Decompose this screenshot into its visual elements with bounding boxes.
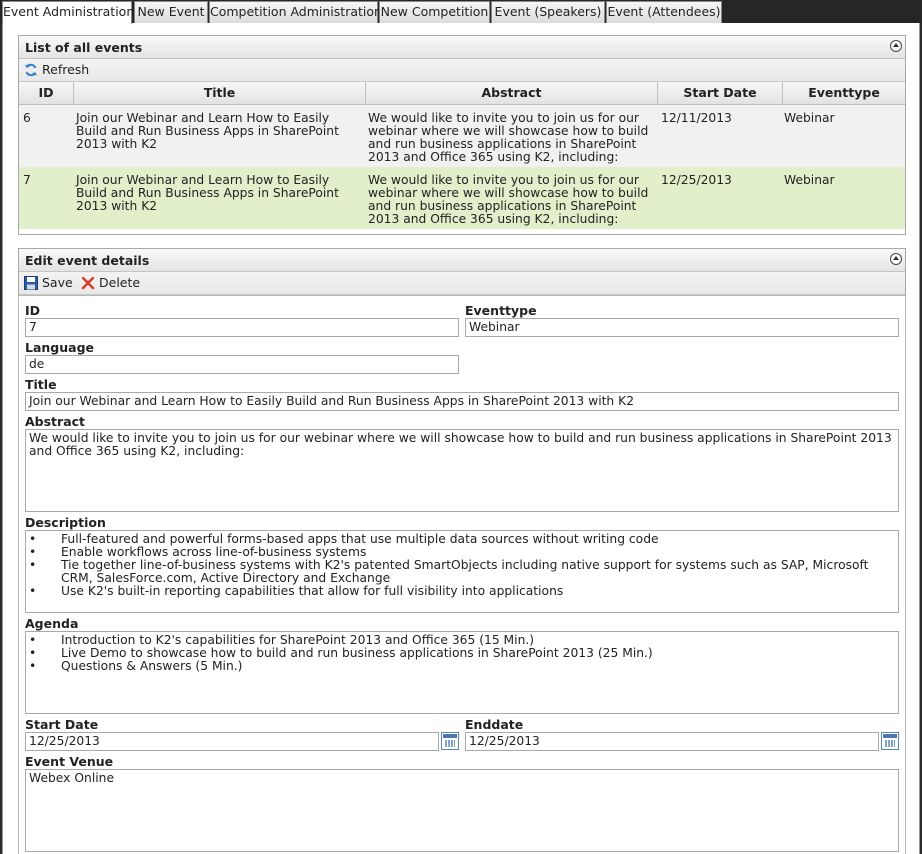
agenda-label: Agenda (25, 616, 79, 631)
table-row[interactable]: 7 Join our Webinar and Learn How to Easi… (19, 167, 905, 229)
language-label: Language (25, 340, 95, 355)
title-label: Title (25, 377, 57, 392)
events-list-title: List of all events (25, 40, 143, 55)
events-grid-header: ID Title Abstract Start Date Eventtype (19, 82, 905, 105)
agenda-textarea[interactable]: Introduction to K2's capabilities for Sh… (25, 631, 899, 714)
cell-start-date: 12/11/2013 (661, 111, 732, 125)
cell-eventtype: Webinar (784, 111, 835, 125)
cell-id: 6 (23, 111, 31, 125)
eventtype-label: Eventtype (465, 303, 537, 318)
edit-event-title: Edit event details (25, 253, 150, 268)
cell-abstract: We would like to invite you to join us f… (368, 173, 649, 226)
table-row[interactable]: 6 Join our Webinar and Learn How to Easi… (19, 105, 905, 167)
column-header-abstract[interactable]: Abstract (366, 82, 658, 104)
events-list-header: List of all events (19, 36, 905, 59)
tab-bar: Event Administration New Event Competiti… (0, 0, 922, 24)
delete-icon (81, 276, 95, 290)
page-content: List of all events Refresh ID Title Abst… (2, 23, 920, 854)
column-header-eventtype[interactable]: Eventtype (783, 82, 905, 104)
start-date-field[interactable]: 12/25/2013 (25, 732, 439, 751)
edit-event-header: Edit event details (19, 249, 905, 272)
start-date-label: Start Date (25, 717, 99, 732)
delete-label: Delete (99, 275, 141, 290)
abstract-label: Abstract (25, 414, 86, 429)
list-item: Tie together line-of-business systems wi… (29, 559, 895, 585)
calendar-icon[interactable] (441, 732, 459, 750)
eventtype-field[interactable]: Webinar (465, 318, 899, 337)
cell-abstract: We would like to invite you to join us f… (368, 111, 649, 164)
events-list-panel: List of all events Refresh ID Title Abst… (18, 35, 906, 235)
id-label: ID (25, 303, 41, 318)
save-button[interactable]: Save (24, 275, 73, 291)
edit-event-toolbar: Save Delete (19, 272, 905, 295)
events-list-toolbar: Refresh (19, 59, 905, 82)
column-header-start-date[interactable]: Start Date (658, 82, 783, 104)
title-field[interactable]: Join our Webinar and Learn How to Easily… (25, 392, 899, 411)
event-venue-textarea[interactable]: Webex Online (25, 769, 899, 852)
edit-event-form: ID 7 Eventtype Webinar Language de Title… (18, 295, 906, 854)
calendar-icon[interactable] (881, 732, 899, 750)
cell-id: 7 (23, 173, 31, 187)
collapse-icon[interactable] (890, 40, 902, 52)
list-item: Use K2's built-in reporting capabilities… (29, 585, 895, 598)
tab-event-attendees[interactable]: Event (Attendees) (606, 1, 722, 23)
id-field[interactable]: 7 (25, 318, 459, 337)
description-textarea[interactable]: Full-featured and powerful forms-based a… (25, 530, 899, 613)
tab-event-administration[interactable]: Event Administration (2, 1, 134, 24)
column-header-id[interactable]: ID (19, 82, 74, 104)
save-label: Save (42, 275, 73, 290)
save-icon (24, 276, 38, 290)
list-item: Questions & Answers (5 Min.) (29, 660, 895, 673)
language-field[interactable]: de (25, 355, 459, 374)
abstract-textarea[interactable]: We would like to invite you to join us f… (25, 429, 899, 512)
delete-button[interactable]: Delete (81, 275, 140, 291)
cell-start-date: 12/25/2013 (661, 173, 732, 187)
cell-title: Join our Webinar and Learn How to Easily… (76, 111, 339, 151)
collapse-icon[interactable] (890, 253, 902, 265)
refresh-icon (25, 63, 37, 77)
cell-eventtype: Webinar (784, 173, 835, 187)
enddate-field[interactable]: 12/25/2013 (465, 732, 879, 751)
tab-new-competition[interactable]: New Competition (379, 1, 490, 23)
cell-title: Join our Webinar and Learn How to Easily… (76, 173, 339, 213)
refresh-button[interactable]: Refresh (24, 62, 89, 78)
tab-event-speakers[interactable]: Event (Speakers) (491, 1, 605, 23)
event-venue-label: Event Venue (25, 754, 114, 769)
enddate-label: Enddate (465, 717, 524, 732)
tab-new-event[interactable]: New Event (134, 1, 208, 23)
edit-event-panel: Edit event details Save Delete (18, 248, 906, 296)
refresh-label: Refresh (42, 62, 90, 77)
tab-competition-administration[interactable]: Competition Administration (209, 1, 382, 23)
column-header-title[interactable]: Title (74, 82, 366, 104)
description-label: Description (25, 515, 106, 530)
